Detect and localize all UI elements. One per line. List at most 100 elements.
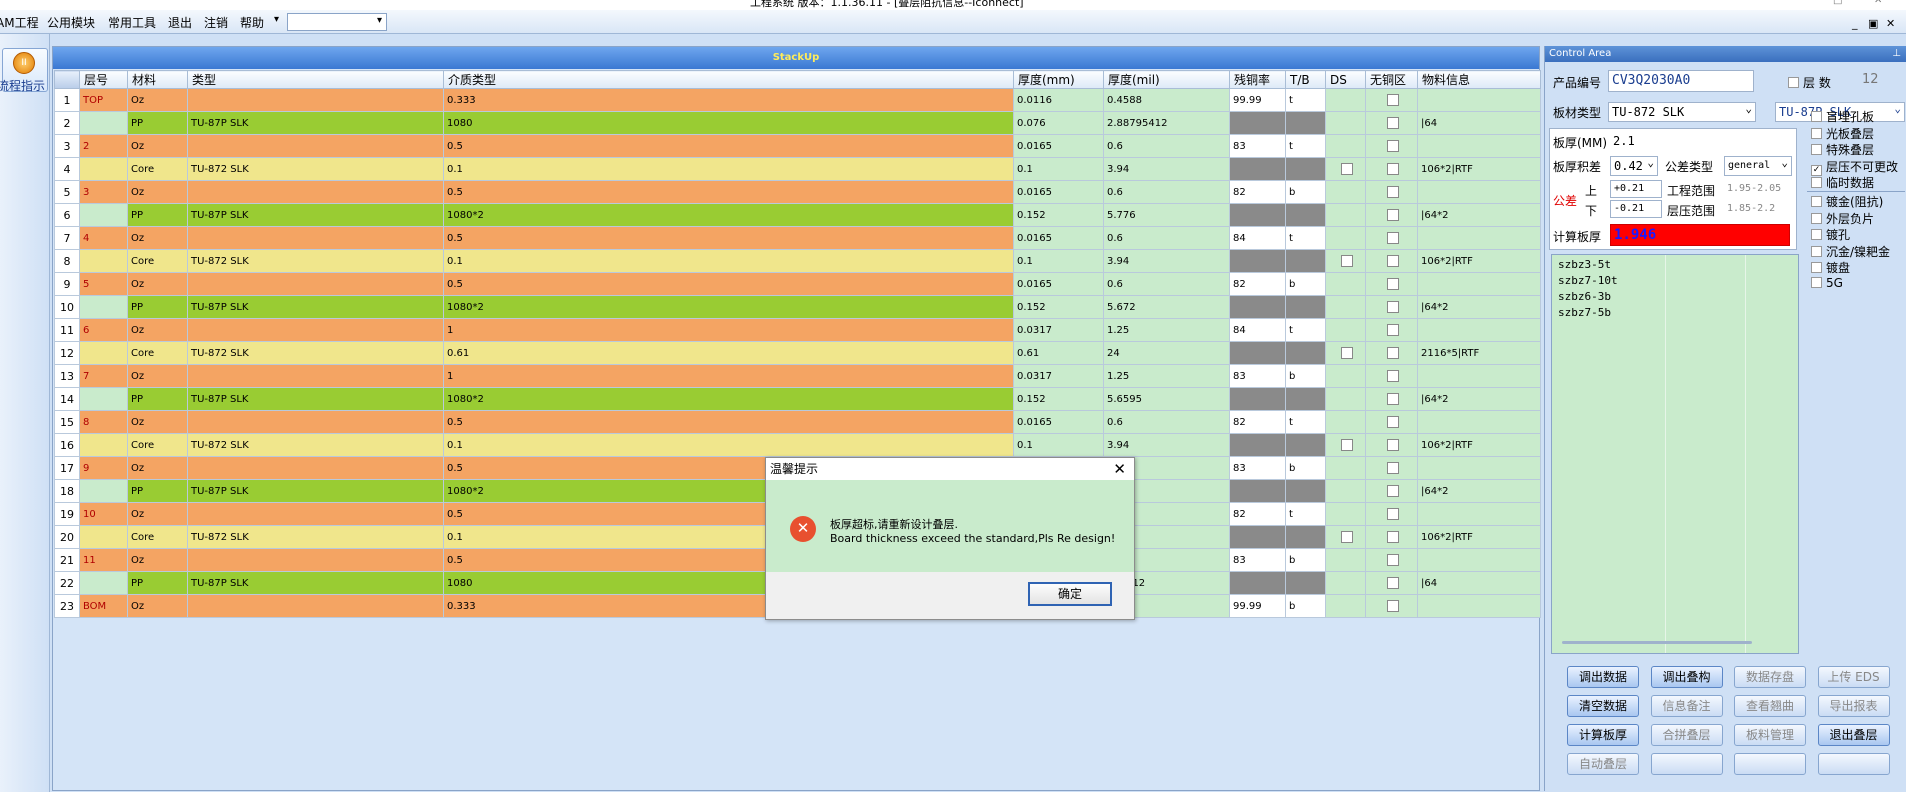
- material-info-cell[interactable]: [1417, 272, 1541, 296]
- layer-cell[interactable]: 2: [79, 134, 128, 158]
- control-button[interactable]: 清空数据: [1567, 695, 1639, 717]
- medium-cell[interactable]: 1080*2: [443, 203, 1014, 227]
- no-copper-cell[interactable]: [1365, 88, 1418, 112]
- copper-ratio-cell[interactable]: [1229, 341, 1286, 365]
- no-copper-cell[interactable]: [1365, 157, 1418, 181]
- copper-ratio-cell[interactable]: 83: [1229, 456, 1286, 480]
- layer-cell[interactable]: [79, 479, 128, 503]
- ds-cell[interactable]: [1325, 111, 1366, 135]
- material-info-cell[interactable]: 106*2|RTF: [1417, 525, 1541, 549]
- thickness-mil-cell[interactable]: 5.776: [1103, 203, 1230, 227]
- ds-cell[interactable]: [1325, 410, 1366, 434]
- layer-cell[interactable]: [79, 387, 128, 411]
- layer-cell[interactable]: [79, 203, 128, 227]
- product-number-field[interactable]: CV3Q2030A0: [1608, 70, 1754, 92]
- layer-cell[interactable]: 10: [79, 502, 128, 526]
- thickness-mm-cell[interactable]: 0.0165: [1013, 226, 1104, 250]
- copper-ratio-cell[interactable]: 82: [1229, 502, 1286, 526]
- ds-cell[interactable]: [1325, 341, 1366, 365]
- menu-am-project[interactable]: AM工程: [0, 14, 39, 31]
- copper-ratio-cell[interactable]: 99.99: [1229, 88, 1286, 112]
- copper-ratio-cell[interactable]: 84: [1229, 226, 1286, 250]
- thickness-mm-cell[interactable]: 0.0165: [1013, 134, 1104, 158]
- type-cell[interactable]: [187, 180, 444, 204]
- no-copper-checkbox[interactable]: [1387, 370, 1399, 382]
- row-number-cell[interactable]: 13: [54, 364, 80, 388]
- thickness-mil-cell[interactable]: 5.672: [1103, 295, 1230, 319]
- material-info-cell[interactable]: [1417, 226, 1541, 250]
- row-number-cell[interactable]: 16: [54, 433, 80, 457]
- type-cell[interactable]: TU-872 SLK: [187, 341, 444, 365]
- tb-cell[interactable]: [1285, 387, 1326, 411]
- medium-cell[interactable]: 1080: [443, 111, 1014, 135]
- option-checkbox[interactable]: 5G: [1811, 276, 1843, 290]
- copper-ratio-cell[interactable]: [1229, 249, 1286, 273]
- layer-cell[interactable]: [79, 341, 128, 365]
- tb-cell[interactable]: t: [1285, 318, 1326, 342]
- tb-cell[interactable]: [1285, 525, 1326, 549]
- material-info-cell[interactable]: [1417, 548, 1541, 572]
- no-copper-checkbox[interactable]: [1387, 462, 1399, 474]
- thickness-mm-cell[interactable]: 0.1: [1013, 433, 1104, 457]
- ds-cell[interactable]: [1325, 203, 1366, 227]
- layer-cell[interactable]: BOM: [79, 594, 128, 618]
- material-cell[interactable]: Core: [127, 157, 188, 181]
- tb-cell[interactable]: b: [1285, 180, 1326, 204]
- ds-checkbox[interactable]: [1341, 347, 1353, 359]
- thickness-mil-cell[interactable]: 1.25: [1103, 318, 1230, 342]
- dialog-close-icon[interactable]: ✕: [1113, 458, 1126, 480]
- tb-cell[interactable]: [1285, 111, 1326, 135]
- menu-common-module[interactable]: 公用模块: [47, 14, 95, 31]
- no-copper-checkbox[interactable]: [1387, 186, 1399, 198]
- thickness-mm-cell[interactable]: 0.0317: [1013, 318, 1104, 342]
- layers-checkbox[interactable]: 层 数: [1788, 74, 1831, 91]
- type-cell[interactable]: [187, 318, 444, 342]
- no-copper-checkbox[interactable]: [1387, 508, 1399, 520]
- material-info-cell[interactable]: 2116*5|RTF: [1417, 341, 1541, 365]
- material-info-cell[interactable]: |64*2: [1417, 203, 1541, 227]
- medium-cell[interactable]: 0.5: [443, 272, 1014, 296]
- thickness-mil-cell[interactable]: 3.94: [1103, 433, 1230, 457]
- layer-cell[interactable]: 3: [79, 180, 128, 204]
- material-info-cell[interactable]: [1417, 364, 1541, 388]
- no-copper-cell[interactable]: [1365, 249, 1418, 273]
- thickness-mm-cell[interactable]: 0.076: [1013, 111, 1104, 135]
- ds-cell[interactable]: [1325, 88, 1366, 112]
- row-number-cell[interactable]: 12: [54, 341, 80, 365]
- material-cell[interactable]: Oz: [127, 226, 188, 250]
- ds-cell[interactable]: [1325, 226, 1366, 250]
- upper-tolerance-field[interactable]: +0.21: [1610, 180, 1662, 198]
- tb-cell[interactable]: t: [1285, 226, 1326, 250]
- tolerance-select[interactable]: 0.42: [1610, 156, 1658, 176]
- option-checkbox[interactable]: ✓ 层压不可更改: [1811, 158, 1898, 176]
- type-cell[interactable]: TU-87P SLK: [187, 203, 444, 227]
- ds-cell[interactable]: [1325, 318, 1366, 342]
- tb-cell[interactable]: t: [1285, 410, 1326, 434]
- table-row[interactable]: 1 TOP Oz 0.333 0.0116 0.4588 99.99 t: [54, 88, 1541, 112]
- column-header[interactable]: [54, 70, 80, 89]
- no-copper-checkbox[interactable]: [1387, 209, 1399, 221]
- close-icon[interactable]: ✕: [1874, 0, 1882, 6]
- tb-cell[interactable]: [1285, 249, 1326, 273]
- ds-cell[interactable]: [1325, 502, 1366, 526]
- no-copper-cell[interactable]: [1365, 479, 1418, 503]
- tb-cell[interactable]: [1285, 203, 1326, 227]
- no-copper-cell[interactable]: [1365, 318, 1418, 342]
- option-checkbox[interactable]: 光板叠层: [1811, 125, 1874, 142]
- row-number-cell[interactable]: 20: [54, 525, 80, 549]
- row-number-cell[interactable]: 7: [54, 226, 80, 250]
- thickness-mil-cell[interactable]: 24: [1103, 341, 1230, 365]
- note-item[interactable]: szbz7-5b: [1552, 305, 1798, 321]
- copper-ratio-cell[interactable]: 83: [1229, 548, 1286, 572]
- medium-cell[interactable]: 0.1: [443, 249, 1014, 273]
- thickness-mil-cell[interactable]: 0.6: [1103, 410, 1230, 434]
- control-button[interactable]: 计算板厚: [1567, 724, 1639, 746]
- copper-ratio-cell[interactable]: 82: [1229, 410, 1286, 434]
- tb-cell[interactable]: b: [1285, 364, 1326, 388]
- row-number-cell[interactable]: 2: [54, 111, 80, 135]
- thickness-mil-cell[interactable]: 3.94: [1103, 157, 1230, 181]
- layer-cell[interactable]: [79, 525, 128, 549]
- no-copper-checkbox[interactable]: [1387, 439, 1399, 451]
- thickness-value[interactable]: 2.1: [1613, 134, 1635, 148]
- tb-cell[interactable]: [1285, 571, 1326, 595]
